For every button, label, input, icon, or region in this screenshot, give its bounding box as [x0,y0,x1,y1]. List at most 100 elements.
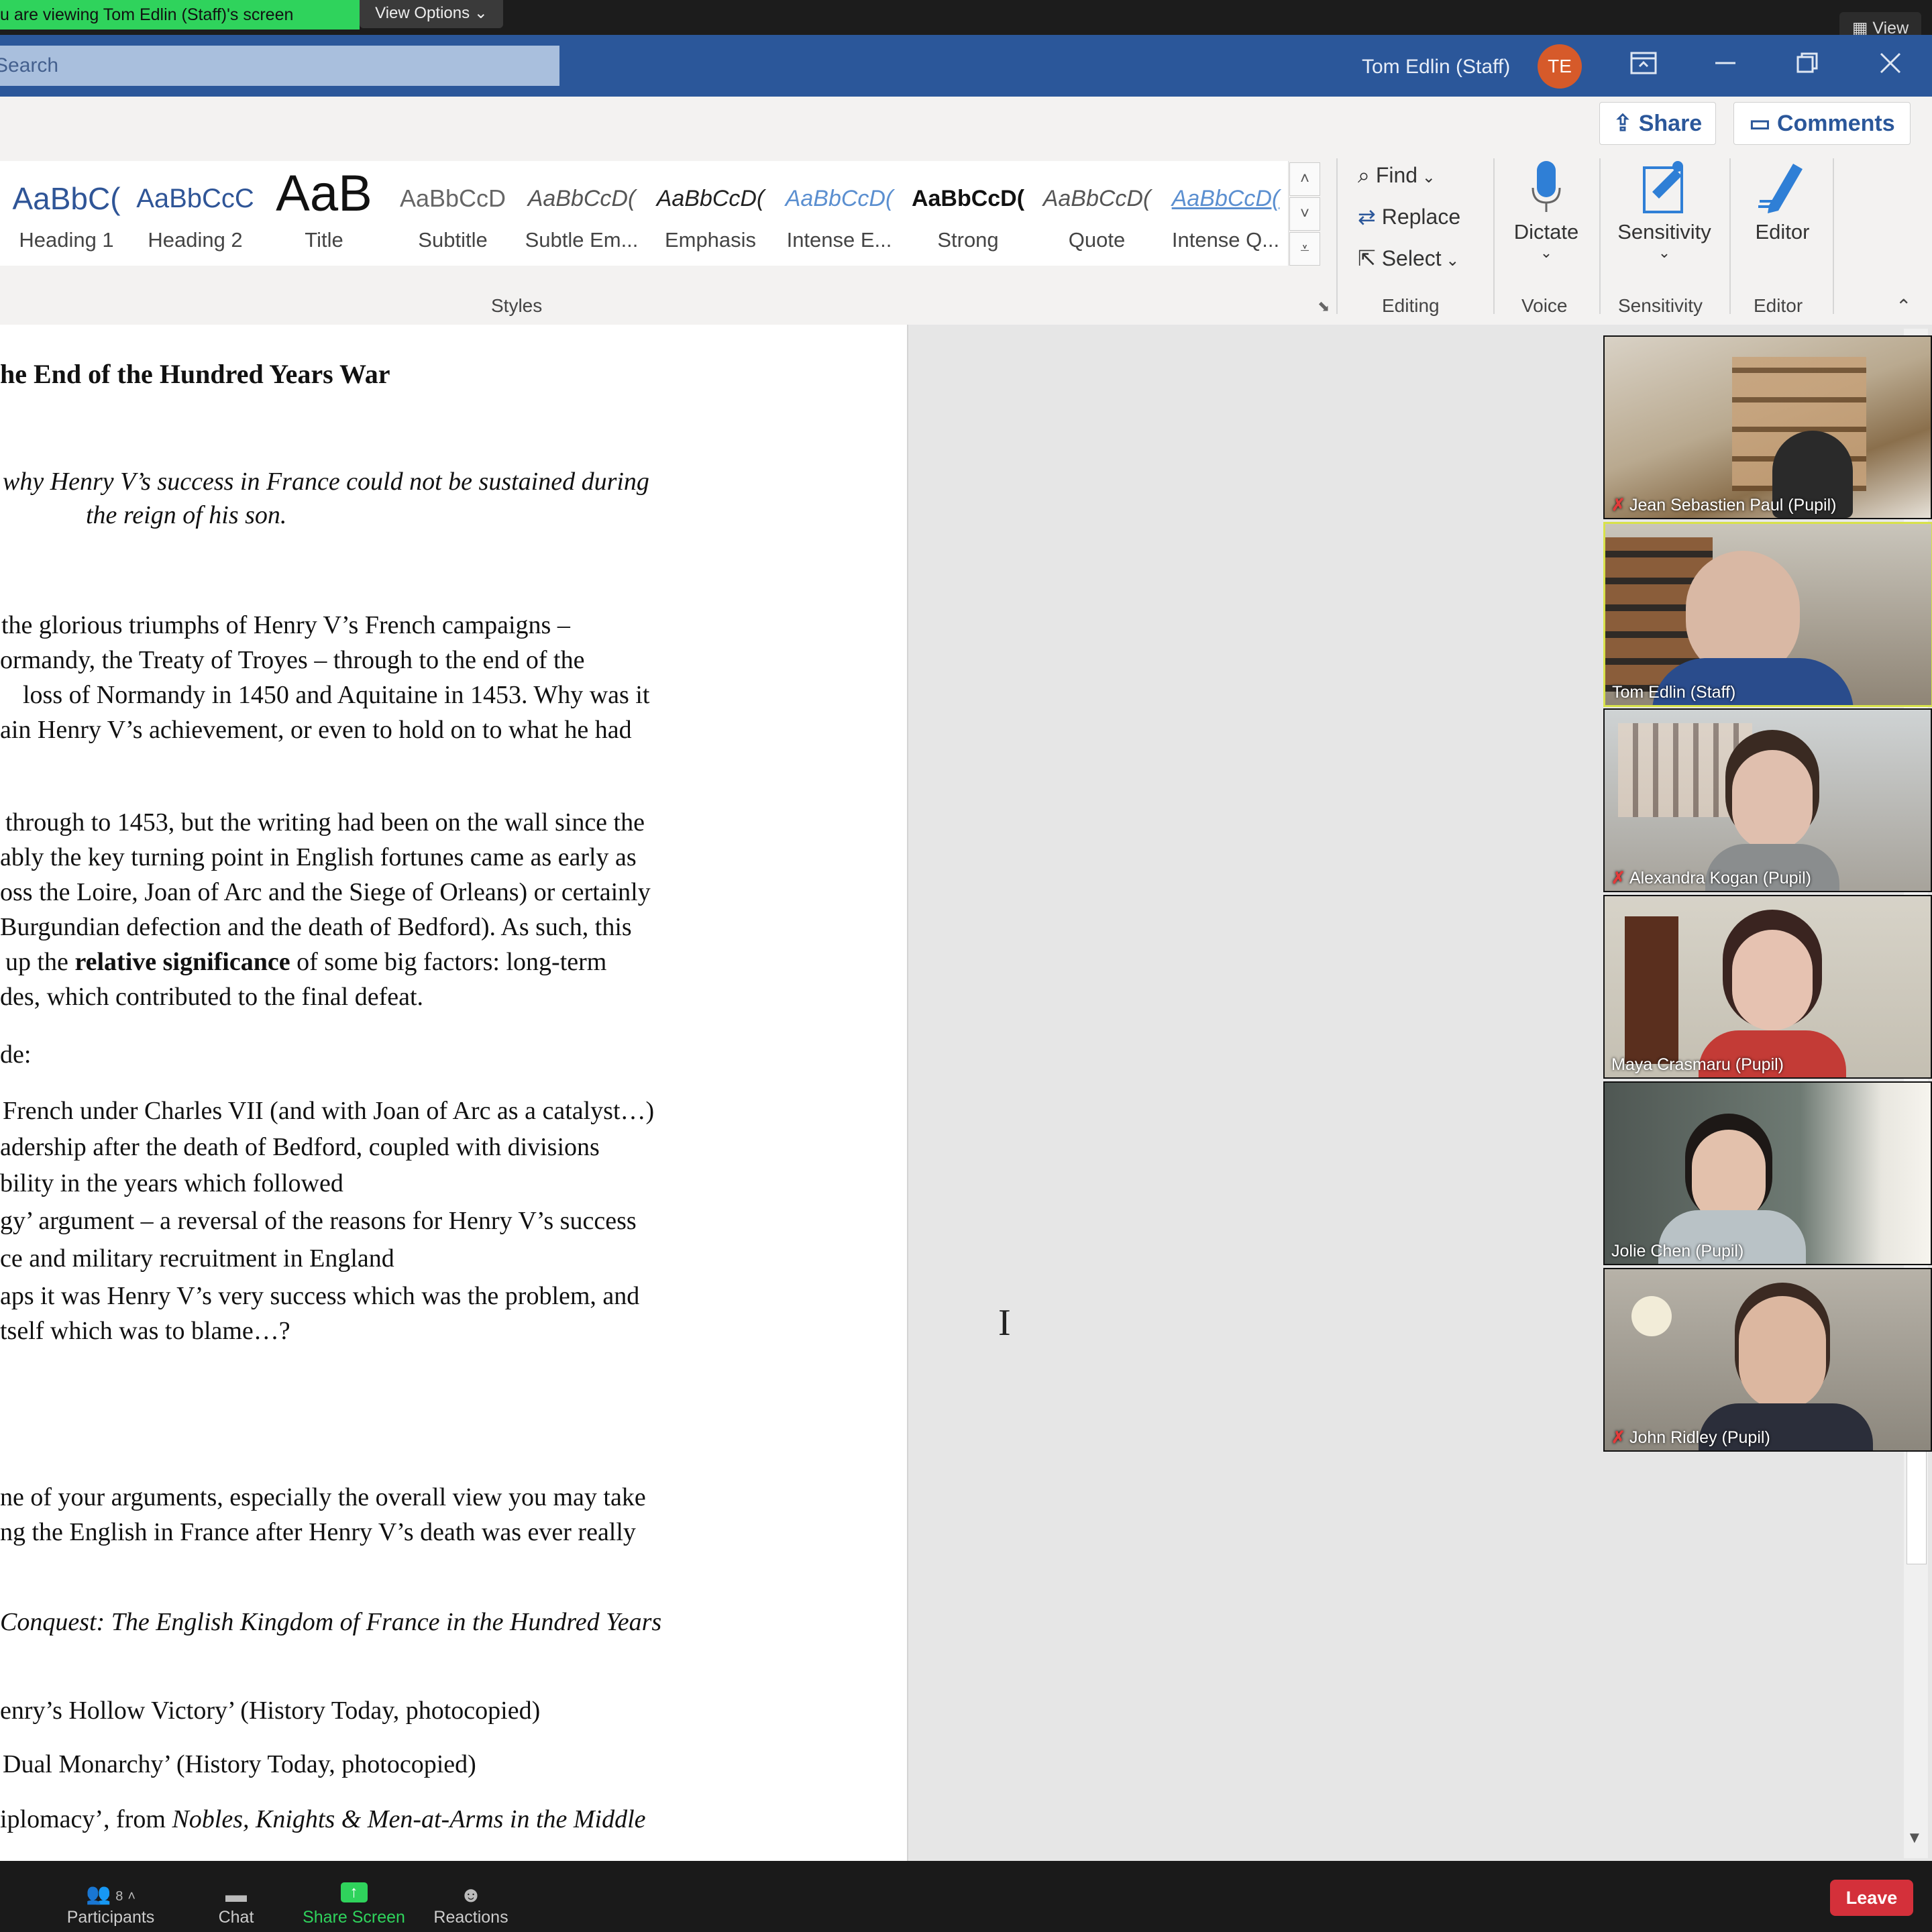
restore-icon[interactable] [1780,47,1834,87]
chevron-down-icon: ⌄ [1441,252,1460,270]
style-sample: AaBbCcD( [1171,186,1280,211]
styles-gallery: AaBbC( Heading 1 AaBbCcC Heading 2 AaB T… [0,161,1289,266]
style-name: Intense E... [786,228,892,252]
collapse-ribbon-icon[interactable]: ⌃ [1896,295,1911,317]
avatar[interactable]: TE [1538,44,1582,89]
emoji-icon: ☻ [460,1882,482,1907]
participants-label: Participants [66,1908,155,1927]
reactions-button[interactable]: ☻ Reactions [431,1882,511,1929]
style-sample: AaB [276,165,372,222]
scroll-down-icon[interactable]: ▼ [1907,1829,1923,1847]
text-run: iplomacy’, from [0,1805,172,1833]
editor-group-label: Editor [1754,295,1803,316]
select-button[interactable]: ⇱ Select ⌄ [1358,241,1459,278]
style-heading-2[interactable]: AaBbCcC Heading 2 [131,161,259,266]
find-label: Find [1375,163,1418,187]
replace-button[interactable]: ⇄ Replace [1358,200,1460,233]
video-tile-active-speaker[interactable]: Tom Edlin (Staff) [1603,522,1932,707]
video-tile[interactable]: ✗ Alexandra Kogan (Pupil) [1603,708,1932,892]
replace-label: Replace [1381,205,1461,229]
style-name: Emphasis [664,228,757,252]
chevron-down-icon: ⌄ [1658,244,1671,261]
paragraph-line: up the relative significance of some big… [5,947,606,977]
sensitivity-button[interactable]: Sensitivity ⌄ [1614,158,1715,262]
search-icon: ⌕ [1358,163,1376,187]
muted-mic-icon: ✗ [1611,496,1625,515]
style-quote[interactable]: AaBbCcD( Quote [1033,161,1161,266]
video-tile[interactable]: Jolie Chen (Pupil) [1603,1081,1932,1265]
style-emphasis[interactable]: AaBbCcD( Emphasis [647,161,774,266]
style-name: Subtle Em... [525,228,639,252]
participant-face [1732,930,1813,1030]
style-heading-1[interactable]: AaBbC( Heading 1 [3,161,130,266]
text-cursor-icon: I [998,1302,1011,1344]
comments-button[interactable]: ▭ Comments [1733,102,1911,145]
video-tile[interactable]: ✗ Jean Sebastien Paul (Pupil) [1603,335,1932,519]
muted-mic-icon: ✗ [1611,1428,1625,1447]
style-name: Strong [937,228,999,252]
style-sample: AaBbC( [12,181,121,216]
chevron-up-icon[interactable]: ˄ [127,1889,136,1904]
style-intense-emphasis[interactable]: AaBbCcD( Intense E... [775,161,903,266]
comment-icon: ▭ [1749,111,1777,136]
paragraph-line: ably the key turning point in English fo… [0,843,637,871]
document-title: he End of the Hundred Years War [0,359,390,389]
style-name: Intense Q... [1171,228,1280,252]
chevron-up-icon[interactable]: ˄ [1289,162,1320,196]
paragraph-line: ain Henry V’s achievement, or even to ho… [0,716,632,744]
style-sample: AaBbCcC [136,184,254,213]
paragraph-line: Burgundian defection and the death of Be… [0,913,632,941]
style-name: Heading 1 [19,228,114,252]
view-options-button[interactable]: View Options ⌄ [360,0,503,28]
participant-name: ✗ John Ridley (Pupil) [1611,1428,1770,1447]
reading-item: enry’s Hollow Victory’ (History Today, p… [0,1697,541,1725]
participants-button[interactable]: 👥 8 ˄ Participants [60,1882,161,1929]
style-strong[interactable]: AaBbCcD( Strong [904,161,1032,266]
share-label: Share [1638,111,1703,136]
essay-question: why Henry V’s success in France could no… [3,468,649,496]
participant-name: Maya Crasmaru (Pupil) [1611,1055,1784,1074]
style-name: Title [305,228,343,252]
search-input[interactable]: Search [0,46,559,86]
participant-face [1739,1296,1826,1410]
style-subtitle[interactable]: AaBbCcD Subtitle [389,161,517,266]
style-sample: AaBbCcD [399,184,506,212]
minimize-icon[interactable] [1699,47,1752,87]
text-run-italic: Nobles, Knights & Men-at-Arms in the Mid… [172,1805,646,1833]
reading-item: iplomacy’, from Nobles, Knights & Men-at… [0,1805,646,1834]
participant-name: ✗ Alexandra Kogan (Pupil) [1611,869,1811,888]
share-screen-label: Share Screen [303,1908,405,1927]
leave-button[interactable]: Leave [1830,1880,1913,1916]
ribbon-display-icon[interactable] [1617,47,1670,87]
share-screen-button[interactable]: ↑ Share Screen [295,1882,413,1929]
close-icon[interactable] [1864,47,1917,87]
paragraph-line: the glorious triumphs of Henry V’s Frenc… [1,611,570,639]
style-intense-quote[interactable]: AaBbCcD( Intense Q... [1162,161,1289,266]
dialog-launcher-icon[interactable]: ⬊ [1318,298,1330,315]
chat-button[interactable]: ▬ Chat [203,1882,270,1929]
find-button[interactable]: ⌕ Find ⌄ [1358,158,1436,195]
muted-mic-icon: ✗ [1611,869,1625,888]
editor-button[interactable]: Editor [1732,158,1833,244]
chevron-down-icon[interactable]: ˅ [1289,197,1320,231]
ribbon-separator [1729,158,1731,314]
scrollbar-thumb[interactable] [1907,1436,1927,1564]
dictate-button[interactable]: Dictate ⌄ [1496,158,1597,262]
video-tile[interactable]: Maya Crasmaru (Pupil) [1603,895,1932,1079]
style-name: Subtitle [418,228,488,252]
text-run: of some big factors: long-term [290,948,607,976]
style-title[interactable]: AaB Title [260,161,388,266]
ribbon-separator [1336,158,1338,314]
paragraph-line: de: [0,1040,32,1069]
video-tile[interactable]: ✗ John Ridley (Pupil) [1603,1268,1932,1452]
document-page[interactable]: he End of the Hundred Years War why Henr… [0,325,908,1861]
share-button[interactable]: ⇪ Share [1599,102,1716,145]
account-name[interactable]: Tom Edlin (Staff) [1362,52,1510,82]
gallery-more-icon[interactable]: ⩡ [1289,232,1320,266]
door-image [1625,916,1678,1064]
style-name: Heading 2 [148,228,243,252]
ribbon-separator [1833,158,1834,314]
style-subtle-emphasis[interactable]: AaBbCcD( Subtle Em... [518,161,645,266]
style-sample: AaBbCcD( [911,186,1025,211]
style-sample: AaBbCcD( [527,186,636,211]
